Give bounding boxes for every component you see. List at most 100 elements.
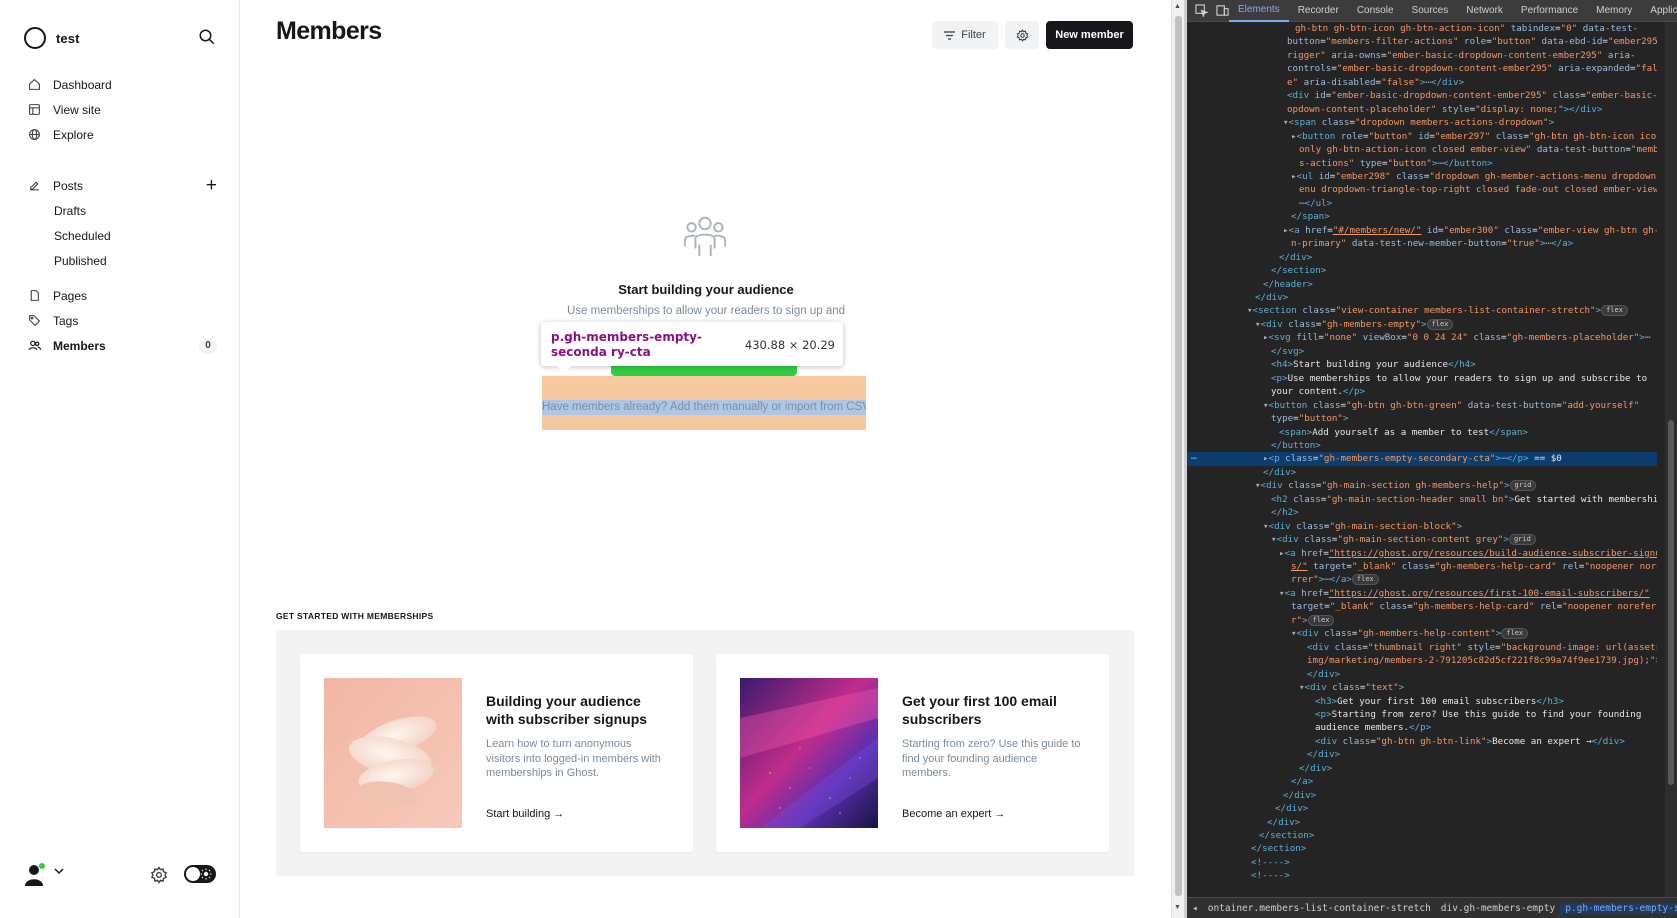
tab-performance[interactable]: Performance — [1512, 0, 1587, 22]
breadcrumb-item[interactable]: div.gh-members-empty — [1436, 903, 1560, 914]
help-card-audience[interactable]: Building your audience with subscriber s… — [300, 654, 693, 852]
dom-node-selected[interactable]: ⋯ ▸<p class="gh-members-empty-secondary-c… — [1187, 452, 1657, 466]
dom-node-line[interactable]: </a> — [1187, 775, 1657, 789]
device-toolbar-icon[interactable] — [1216, 4, 1229, 18]
dom-node-line[interactable]: </div> — [1187, 816, 1657, 830]
dom-node-line[interactable]: ▾<div class="gh-members-empty"> flex — [1187, 318, 1657, 332]
nav-view-site[interactable]: View site — [27, 97, 227, 122]
scroll-up-arrow-icon[interactable]: ▲ — [1174, 3, 1181, 10]
dom-node-line[interactable]: rrer">⋯</a> flex — [1187, 573, 1657, 587]
user-avatar[interactable] — [24, 862, 50, 886]
help-card-email-subscribers[interactable]: Get your first 100 email subscribers Sta… — [716, 654, 1109, 852]
dark-mode-toggle[interactable] — [184, 865, 216, 883]
nav-tags[interactable]: Tags — [27, 308, 227, 333]
dom-node-line[interactable]: </div> — [1187, 748, 1657, 762]
nav-dashboard[interactable]: Dashboard — [27, 72, 227, 97]
dom-node-line[interactable]: your content.</p> — [1187, 385, 1657, 399]
dom-node-line[interactable]: </section> — [1187, 842, 1657, 856]
dom-node-line[interactable]: </div> — [1187, 789, 1657, 803]
secondary-cta-text[interactable]: Have members already? Add them manually … — [542, 400, 866, 415]
dom-node-line[interactable]: <p>Starting from zero? Use this guide to… — [1187, 708, 1657, 722]
tab-sources[interactable]: Sources — [1403, 0, 1458, 22]
tab-memory[interactable]: Memory — [1587, 0, 1641, 22]
dom-node-line[interactable]: ▸<svg fill="none" viewBox="0 0 24 24" cl… — [1187, 331, 1657, 345]
dom-node-line[interactable]: </span> — [1187, 210, 1657, 224]
dom-node-line[interactable]: img/marketing/members-2-791205c82d5cf221… — [1187, 654, 1657, 668]
nav-pages[interactable]: Pages — [27, 283, 227, 308]
nav-posts[interactable]: Posts + — [27, 173, 227, 198]
new-post-plus-icon[interactable]: + — [206, 175, 217, 197]
dom-node-line[interactable]: ▾<a href="https://ghost.org/resources/fi… — [1187, 587, 1657, 601]
nav-published[interactable]: Published — [27, 248, 227, 273]
dom-node-line[interactable]: <h3>Get your first 100 email subscribers… — [1187, 695, 1657, 709]
breadcrumb-left-arrow-icon[interactable]: ◂ — [1187, 903, 1203, 914]
dom-node-line[interactable]: ▾<section class="view-container members-… — [1187, 304, 1657, 318]
nav-scheduled[interactable]: Scheduled — [27, 223, 227, 248]
dom-node-line[interactable]: <div id="ember-basic-dropdown-content-em… — [1187, 89, 1657, 103]
devtools-scrollbar-thumb[interactable] — [1668, 420, 1674, 785]
dom-node-line[interactable]: ▸<ul id="ember298" class="dropdown gh-me… — [1187, 170, 1657, 184]
scroll-down-arrow-icon[interactable]: ▼ — [1174, 904, 1181, 911]
dom-node-line[interactable]: enu dropdown-triangle-top-right closed f… — [1187, 183, 1657, 197]
dom-node-line[interactable]: <h2 class="gh-main-section-header small … — [1187, 493, 1657, 507]
dom-node-line[interactable]: ▾<div class="gh-main-section gh-members-… — [1187, 479, 1657, 493]
dom-node-line[interactable]: <div class="thumbnail right" style="back… — [1187, 641, 1657, 655]
dom-node-line[interactable]: </div> — [1187, 291, 1657, 305]
nav-drafts[interactable]: Drafts — [27, 198, 227, 223]
settings-gear-icon[interactable] — [150, 866, 168, 884]
become-expert-link[interactable]: Become an expert → — [902, 808, 1005, 820]
dom-node-line[interactable]: ▾<button class="gh-btn gh-btn-green" dat… — [1187, 399, 1657, 413]
dom-node-line[interactable]: <span>Add yourself as a member to test</… — [1187, 426, 1657, 440]
main-scrollbar[interactable]: ▲ ▼ — [1171, 0, 1184, 918]
dom-node-line[interactable]: </div> — [1187, 668, 1657, 682]
dom-node-line[interactable]: </section> — [1187, 829, 1657, 843]
scrollbar-thumb[interactable] — [1175, 16, 1182, 896]
dom-node-line[interactable]: </div> — [1187, 251, 1657, 265]
dom-node-line[interactable]: ▸<button role="button" id="ember297" cla… — [1187, 130, 1657, 144]
search-icon[interactable] — [198, 28, 216, 46]
dom-node-line[interactable]: </div> — [1187, 762, 1657, 776]
new-member-button[interactable]: New member — [1046, 21, 1133, 49]
dom-node-line[interactable]: </button> — [1187, 439, 1657, 453]
dom-node-line[interactable]: ▾<span class="dropdown members-actions-d… — [1187, 116, 1657, 130]
dom-node-line[interactable]: ⋯</ul> — [1187, 197, 1657, 211]
dom-node-line[interactable]: audience members.</p> — [1187, 721, 1657, 735]
tab-application[interactable]: Applic — [1641, 0, 1677, 22]
dom-node-line[interactable]: ▾<div class="gh-main-section-block"> — [1187, 520, 1657, 534]
nav-members[interactable]: Members 0 — [27, 333, 227, 358]
breadcrumb-item-active[interactable]: p.gh-members-empty-secondary-cta — [1560, 902, 1677, 914]
dom-node-line[interactable]: <!----> — [1187, 856, 1657, 870]
tab-network[interactable]: Network — [1457, 0, 1512, 22]
dom-node-line[interactable]: ▸<a href="#/members/new/" id="ember300" … — [1187, 224, 1657, 238]
dom-node-line[interactable]: ▾<div class="gh-members-help-content"> fl… — [1187, 627, 1657, 641]
dom-node-line[interactable]: gh-btn gh-btn-icon gh-btn-action-icon" t… — [1187, 22, 1657, 36]
dom-node-line[interactable]: e" aria-disabled="false">⋯</div> — [1187, 76, 1657, 90]
dom-node-line[interactable]: <h4>Start building your audience</h4> — [1187, 358, 1657, 372]
tab-elements[interactable]: Elements — [1229, 0, 1289, 22]
dom-node-line[interactable]: only gh-btn-action-icon closed ember-vie… — [1187, 143, 1657, 157]
dom-node-line[interactable]: controls="ember-basic-dropdown-content-e… — [1187, 62, 1657, 76]
devtools-scrollbar[interactable] — [1665, 22, 1677, 897]
dom-node-line[interactable]: </div> — [1187, 466, 1657, 480]
dom-node-line[interactable]: </header> — [1187, 278, 1657, 292]
dom-node-line[interactable]: </svg> — [1187, 345, 1657, 359]
inspect-element-icon[interactable] — [1195, 4, 1208, 18]
dom-node-line[interactable]: </section> — [1187, 264, 1657, 278]
dom-node-line[interactable]: type="button"> — [1187, 412, 1657, 426]
dom-node-line[interactable]: ▸<a href="https://ghost.org/resources/bu… — [1187, 547, 1657, 561]
dom-node-line[interactable]: rigger" aria-owns="ember-basic-dropdown-… — [1187, 49, 1657, 63]
dom-node-line[interactable]: s-actions" type="button">⋯</button> — [1187, 157, 1657, 171]
dom-node-line[interactable]: <p>Use memberships to allow your readers… — [1187, 372, 1657, 386]
dom-node-line[interactable]: </div> — [1187, 802, 1657, 816]
dom-node-line[interactable]: <!----> — [1187, 869, 1657, 883]
dom-node-line[interactable]: s/" target="_blank" class="gh-members-he… — [1187, 560, 1657, 574]
dom-node-line[interactable]: target="_blank" class="gh-members-help-c… — [1187, 600, 1657, 614]
dom-node-line[interactable]: r"> flex — [1187, 614, 1657, 628]
dom-node-line[interactable]: ▾<div class="text"> — [1187, 681, 1657, 695]
filter-button[interactable]: Filter — [932, 21, 998, 49]
dom-node-line[interactable]: n-primary" data-test-new-member-button="… — [1187, 237, 1657, 251]
tab-console[interactable]: Console — [1348, 0, 1403, 22]
dom-node-line[interactable]: opdown-content-placeholder" style="displ… — [1187, 103, 1657, 117]
nav-explore[interactable]: Explore — [27, 122, 227, 147]
breadcrumb-item[interactable]: ontainer.members-list-container-stretch — [1203, 903, 1436, 914]
